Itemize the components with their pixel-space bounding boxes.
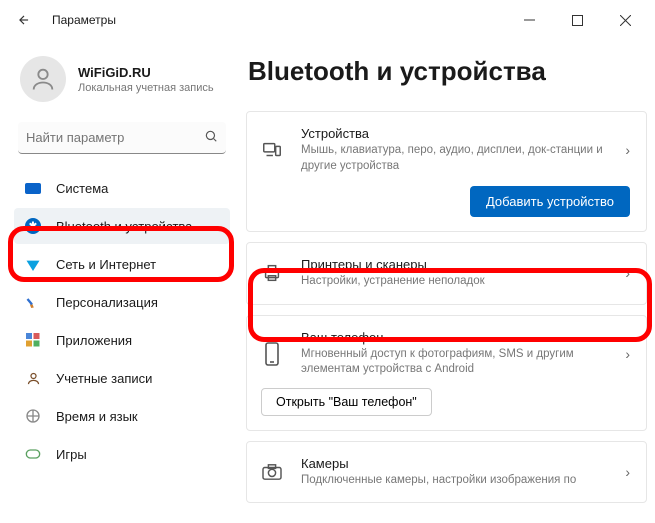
sidebar-item-personalization[interactable]: Персонализация <box>14 284 230 320</box>
sidebar-item-network[interactable]: Сеть и Интернет <box>14 246 230 282</box>
window-title: Параметры <box>52 13 116 27</box>
brush-icon <box>24 293 42 311</box>
sidebar-item-label: Время и язык <box>56 409 138 424</box>
titlebar: Параметры <box>0 0 655 40</box>
user-block[interactable]: WiFiGiD.RU Локальная учетная запись <box>14 40 230 122</box>
search-box[interactable] <box>18 122 226 154</box>
chevron-right-icon: › <box>625 265 630 281</box>
page-title: Bluetooth и устройства <box>248 56 647 87</box>
printer-icon <box>261 262 283 284</box>
open-phone-button[interactable]: Открыть "Ваш телефон" <box>261 388 432 416</box>
sidebar-item-label: Приложения <box>56 333 132 348</box>
search-input[interactable] <box>26 130 204 145</box>
devices-icon <box>261 139 283 161</box>
sidebar-item-bluetooth[interactable]: ✱ Bluetooth и устройства <box>14 208 230 244</box>
apps-icon <box>24 331 42 349</box>
chevron-right-icon: › <box>625 346 630 362</box>
sidebar-item-label: Персонализация <box>56 295 158 310</box>
back-button[interactable] <box>8 4 40 36</box>
accounts-icon <box>24 369 42 387</box>
card-cameras[interactable]: Камеры Подключенные камеры, настройки из… <box>246 441 647 504</box>
avatar <box>20 56 66 102</box>
content-area: Bluetooth и устройства Устройства Мышь, … <box>240 40 655 523</box>
sidebar-item-label: Bluetooth и устройства <box>56 219 192 234</box>
card-title: Принтеры и сканеры <box>301 257 607 272</box>
sidebar-item-label: Система <box>56 181 108 196</box>
card-title: Ваш телефон <box>301 330 607 345</box>
user-name: WiFiGiD.RU <box>78 65 214 80</box>
sidebar-item-apps[interactable]: Приложения <box>14 322 230 358</box>
card-title: Устройства <box>301 126 607 141</box>
maximize-button[interactable] <box>555 4 599 36</box>
wifi-icon <box>24 255 42 273</box>
card-subtitle: Настройки, устранение неполадок <box>301 274 607 290</box>
sidebar: WiFiGiD.RU Локальная учетная запись Сист… <box>0 40 240 523</box>
gaming-icon <box>24 445 42 463</box>
card-printers[interactable]: Принтеры и сканеры Настройки, устранение… <box>246 242 647 305</box>
sidebar-item-gaming[interactable]: Игры <box>14 436 230 472</box>
sidebar-item-label: Сеть и Интернет <box>56 257 156 272</box>
add-device-button[interactable]: Добавить устройство <box>470 186 630 217</box>
clock-globe-icon <box>24 407 42 425</box>
search-icon <box>204 129 218 146</box>
sidebar-item-system[interactable]: Система <box>14 170 230 206</box>
sidebar-item-label: Учетные записи <box>56 371 152 386</box>
camera-icon <box>261 461 283 483</box>
close-button[interactable] <box>603 4 647 36</box>
card-phone[interactable]: Ваш телефон Мгновенный доступ к фотограф… <box>246 315 647 431</box>
card-devices[interactable]: Устройства Мышь, клавиатура, перо, аудио… <box>246 111 647 232</box>
chevron-right-icon: › <box>625 464 630 480</box>
minimize-button[interactable] <box>507 4 551 36</box>
chevron-right-icon: › <box>625 142 630 158</box>
card-title: Камеры <box>301 456 607 471</box>
sidebar-item-accounts[interactable]: Учетные записи <box>14 360 230 396</box>
card-subtitle: Мышь, клавиатура, перо, аудио, дисплеи, … <box>301 143 607 174</box>
sidebar-item-label: Игры <box>56 447 87 462</box>
card-subtitle: Мгновенный доступ к фотографиям, SMS и д… <box>301 347 607 378</box>
card-subtitle: Подключенные камеры, настройки изображен… <box>301 473 607 489</box>
sidebar-item-time-language[interactable]: Время и язык <box>14 398 230 434</box>
phone-icon <box>261 343 283 365</box>
bluetooth-icon: ✱ <box>24 217 42 235</box>
monitor-icon <box>24 179 42 197</box>
user-subtitle: Локальная учетная запись <box>78 82 214 94</box>
